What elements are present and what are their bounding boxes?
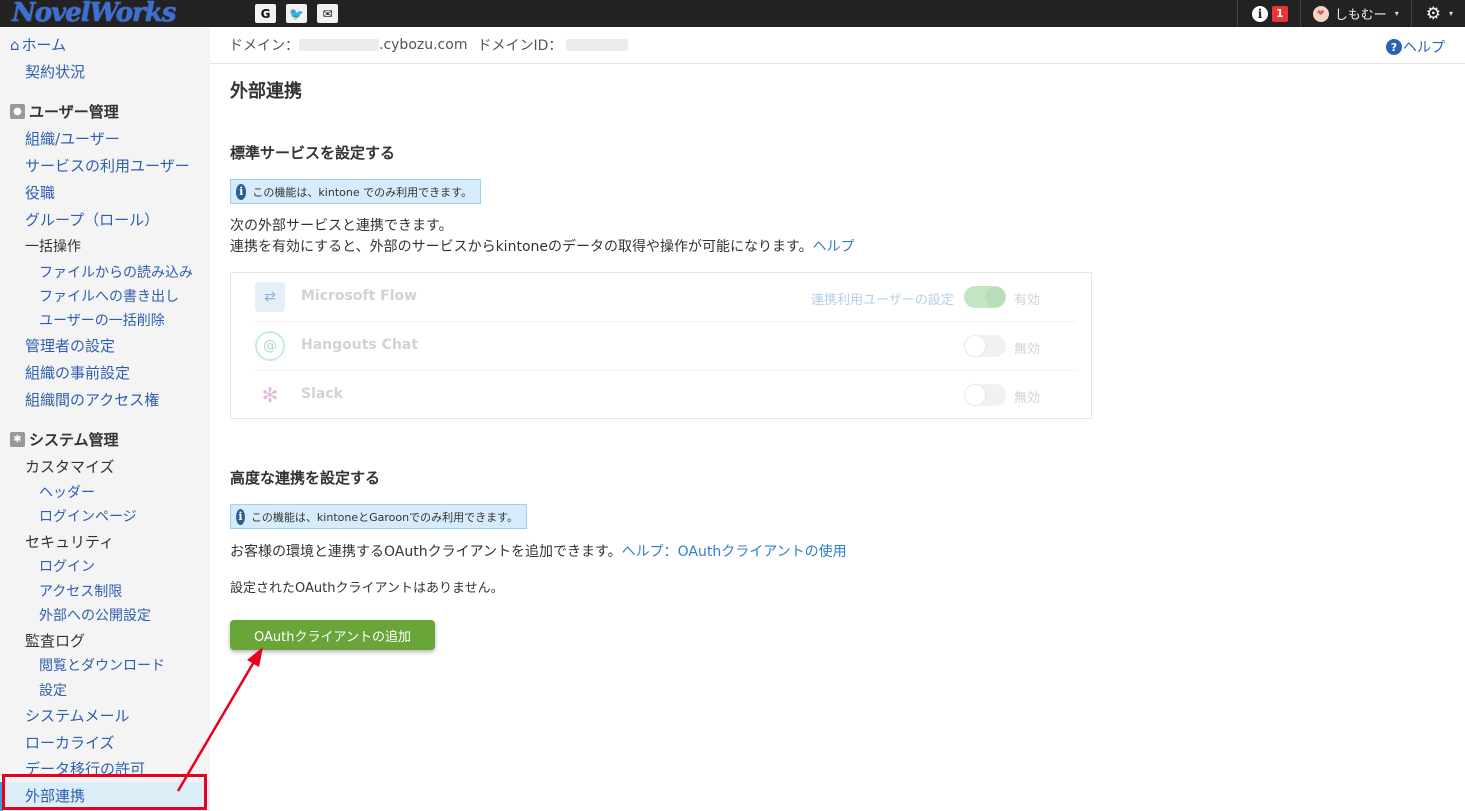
service-name: Microsoft Flow xyxy=(301,288,418,304)
sidebar-item-security: セキュリティ xyxy=(25,533,115,551)
sidebar-item-login[interactable]: ログイン xyxy=(0,556,210,576)
service-state: 有効 xyxy=(1014,293,1041,308)
notification-badge: 1 xyxy=(1272,5,1288,22)
sidebar-item-log-settings[interactable]: 設定 xyxy=(0,680,210,700)
sidebar-item-export-file[interactable]: ファイルへの書き出し xyxy=(0,286,210,306)
advanced-desc: お客様の環境と連携するOAuthクライアントを追加できます。ヘルプ：OAuthク… xyxy=(230,541,847,561)
sidebar-item-roles[interactable]: 役職 xyxy=(0,182,210,203)
annotation-highlight-box xyxy=(2,774,207,810)
user-name: しもむー xyxy=(1334,8,1387,23)
sidebar-item-label: ホーム xyxy=(21,36,67,54)
arrow-head xyxy=(247,647,263,667)
sidebar-item-home[interactable]: ⌂ ホーム xyxy=(10,34,220,55)
sidebar-item-view-download[interactable]: 閲覧とダウンロード xyxy=(0,655,210,675)
sidebar-item-system-mail[interactable]: システムメール xyxy=(0,705,210,726)
top-bar: NovelWorks G 🐦 ✉ i 1 ❤ しもむー ▾ ⚙ ▾ xyxy=(0,0,1465,27)
services-panel: ⇄ Microsoft Flow 連携利用ユーザーの設定 有効 @ Hangou… xyxy=(230,272,1092,419)
service-name: Slack xyxy=(301,386,343,402)
sidebar-header-system-admin: ✱ システム管理 xyxy=(0,429,210,450)
microsoft-flow-icon: ⇄ xyxy=(255,282,285,312)
service-row-microsoft-flow: ⇄ Microsoft Flow 連携利用ユーザーの設定 有効 xyxy=(231,273,1091,322)
sidebar-item-header[interactable]: ヘッダー xyxy=(0,482,210,502)
user-menu-button[interactable]: ❤ しもむー ▾ xyxy=(1301,4,1411,23)
sidebar-header-user-admin: ● ユーザー管理 xyxy=(0,101,210,122)
domain-id-label: ドメインID： xyxy=(477,38,563,54)
sidebar-item-localize[interactable]: ローカライズ xyxy=(0,732,210,753)
chevron-down-icon: ▾ xyxy=(1448,9,1453,18)
domain-label: ドメイン： xyxy=(229,38,299,54)
gear-icon: ✱ xyxy=(10,432,25,447)
oauth-help-link[interactable]: ヘルプ：OAuthクライアントの使用 xyxy=(622,544,847,560)
info-icon: i xyxy=(236,183,247,200)
sidebar-item-admin-settings[interactable]: 管理者の設定 xyxy=(0,335,210,356)
info-icon: i xyxy=(1252,5,1269,22)
service-users-link[interactable]: 連携利用ユーザーの設定 xyxy=(811,289,954,308)
service-row-slack: ✻ Slack 無効 xyxy=(231,371,1091,420)
domain-suffix: .cybozu.com xyxy=(379,37,468,53)
domain-id-redacted xyxy=(566,39,629,51)
chevron-down-icon: ▾ xyxy=(1394,9,1399,18)
service-toggle[interactable] xyxy=(964,286,1006,308)
service-toggle[interactable] xyxy=(964,335,1006,357)
top-right-menu: i 1 ❤ しもむー ▾ ⚙ ▾ xyxy=(1237,0,1465,27)
service-name: Hangouts Chat xyxy=(301,337,419,353)
service-row-hangouts-chat: @ Hangouts Chat 無効 xyxy=(231,322,1091,371)
sidebar-item-external-publish[interactable]: 外部への公開設定 xyxy=(0,605,210,625)
notification-button[interactable]: i 1 xyxy=(1238,5,1300,22)
sidebar-item-audit-log: 監査ログ xyxy=(25,632,86,650)
garoon-app-icon[interactable]: G xyxy=(255,4,276,23)
standard-help-link[interactable]: ヘルプ xyxy=(813,239,855,255)
domain-redacted xyxy=(299,39,379,51)
standard-info-note: i この機能は、kintone でのみ利用できます。 xyxy=(230,179,481,204)
info-icon: i xyxy=(236,508,245,525)
help-icon: ? xyxy=(1386,39,1402,55)
user-icon: ● xyxy=(10,104,25,119)
sidebar-item-login-page[interactable]: ログインページ xyxy=(0,506,210,526)
advanced-info-note: i この機能は、kintoneとGaroonでのみ利用できます。 xyxy=(230,504,527,529)
service-toggle[interactable] xyxy=(964,384,1006,406)
home-icon: ⌂ xyxy=(10,35,20,54)
sidebar-item-import-file[interactable]: ファイルからの読み込み xyxy=(0,262,210,282)
service-state: 無効 xyxy=(1014,391,1041,406)
service-state: 無効 xyxy=(1014,342,1041,357)
gear-icon: ⚙ xyxy=(1425,3,1441,24)
sidebar-item-org-access[interactable]: 組織間のアクセス権 xyxy=(0,389,210,410)
standard-section-title: 標準サービスを設定する xyxy=(230,144,396,162)
sidebar-header-label: システム管理 xyxy=(29,431,119,449)
note-text: この機能は、kintone でのみ利用できます。 xyxy=(252,185,472,199)
avatar: ❤ xyxy=(1312,5,1329,22)
desc-text: 連携を有効にすると、外部のサービスからkintoneのデータの取得や操作が可能に… xyxy=(230,239,813,255)
sidebar-item-bulk-ops: 一括操作 xyxy=(25,239,81,255)
no-clients-text: 設定されたOAuthクライアントはありません。 xyxy=(230,581,504,596)
mail-app-icon[interactable]: ✉ xyxy=(317,4,338,23)
help-label: ヘルプ xyxy=(1403,40,1445,56)
desc-text: お客様の環境と連携するOAuthクライアントを追加できます。 xyxy=(230,544,622,560)
toggle-knob xyxy=(965,385,985,405)
advanced-section-title: 高度な連携を設定する xyxy=(230,469,381,487)
note-text: この機能は、kintoneとGaroonでのみ利用できます。 xyxy=(250,510,518,524)
toggle-knob xyxy=(965,336,985,356)
settings-menu-button[interactable]: ⚙ ▾ xyxy=(1412,4,1465,24)
sidebar-item-service-users[interactable]: サービスの利用ユーザー xyxy=(0,155,210,176)
domain-info-bar: ドメイン： .cybozu.com ドメインID： ? ヘルプ xyxy=(210,27,1465,64)
logo[interactable]: NovelWorks xyxy=(0,0,245,27)
sidebar-item-contract[interactable]: 契約状況 xyxy=(0,61,210,82)
help-link[interactable]: ? ヘルプ xyxy=(1386,37,1445,57)
slack-icon: ✻ xyxy=(255,380,285,410)
sidebar-item-org-presets[interactable]: 組織の事前設定 xyxy=(0,362,210,383)
standard-desc-1: 次の外部サービスと連携できます。 xyxy=(230,218,453,234)
sidebar-item-access-restriction[interactable]: アクセス制限 xyxy=(0,581,210,601)
sidebar-item-customize: カスタマイズ xyxy=(25,458,115,476)
sidebar-item-bulk-delete[interactable]: ユーザーの一括削除 xyxy=(0,310,210,330)
sidebar-item-groups[interactable]: グループ（ロール） xyxy=(0,209,210,230)
page-title: 外部連携 xyxy=(230,81,302,102)
hangouts-chat-icon: @ xyxy=(255,331,285,361)
sidebar-header-label: ユーザー管理 xyxy=(29,103,119,121)
toggle-knob xyxy=(985,287,1005,307)
sidebar: ⌂ ホーム 契約状況 ● ユーザー管理 組織/ユーザー サービスの利用ユーザー … xyxy=(0,27,210,811)
sidebar-item-org-users[interactable]: 組織/ユーザー xyxy=(0,128,210,149)
standard-desc-2: 連携を有効にすると、外部のサービスからkintoneのデータの取得や操作が可能に… xyxy=(230,236,855,256)
kintone-app-icon[interactable]: 🐦 xyxy=(286,4,307,23)
add-oauth-client-button[interactable]: OAuthクライアントの追加 xyxy=(230,620,435,650)
